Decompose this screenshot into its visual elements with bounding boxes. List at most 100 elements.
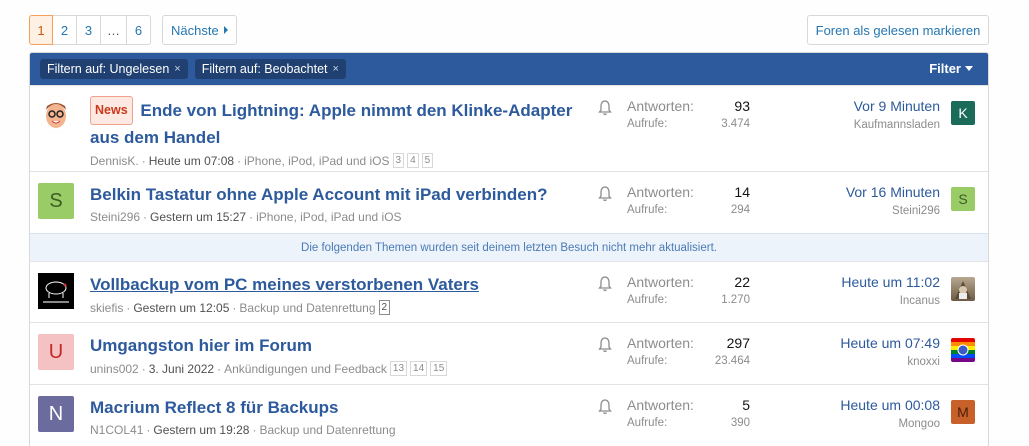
bell-icon[interactable]	[598, 399, 612, 415]
wizard-avatar-icon	[955, 281, 971, 299]
views-count: 23.464	[714, 355, 750, 367]
thread-forum[interactable]: iPhone, iPod, iPad und iOS	[256, 210, 401, 224]
thread-forum[interactable]: iPhone, iPod, iPad und iOS	[244, 154, 389, 168]
thread-title[interactable]: Belkin Tastatur ohne Apple Account mit i…	[90, 182, 580, 207]
replies-count: 14	[734, 184, 750, 200]
thread-title-area: Vollbackup vom PC meines verstorbenen Va…	[90, 272, 580, 315]
views-count: 390	[730, 417, 750, 429]
thread-forum[interactable]: Backup und Datenrettung	[239, 301, 375, 315]
last-post-time[interactable]: Vor 9 Minuten	[854, 98, 940, 114]
bell-icon[interactable]	[598, 337, 612, 353]
page-2-button[interactable]: 2	[53, 15, 77, 45]
page-1-button[interactable]: 1	[29, 15, 53, 45]
thread-row: S Belkin Tastatur ohne Apple Account mit…	[30, 171, 988, 233]
filter-chip-watched[interactable]: Filtern auf: Beobachtet ×	[194, 59, 346, 79]
news-prefix-label[interactable]: News	[90, 96, 133, 125]
caret-right-icon	[223, 26, 228, 34]
thread-stats: Antworten: 5 Aufrufe: 390	[627, 397, 750, 429]
thread-page-link[interactable]: 15	[430, 361, 448, 376]
replies-label: Antworten:	[627, 335, 694, 351]
thread-page-link[interactable]: 14	[410, 361, 428, 376]
thread-meta: N1COL41 · Gestern um 19:28 · Backup und Da…	[90, 423, 396, 437]
next-page-label: Nächste	[171, 22, 219, 38]
avatar[interactable]: S	[38, 183, 74, 219]
thread-row: Vollbackup vom PC meines verstorbenen Va…	[30, 261, 988, 322]
last-post-time[interactable]: Heute um 11:02	[841, 274, 940, 290]
replies-count: 5	[742, 397, 750, 413]
page-3-button[interactable]: 3	[77, 15, 101, 45]
views-count: 294	[730, 204, 750, 216]
thread-author[interactable]: Steini296	[90, 210, 140, 224]
filter-chip-unread[interactable]: Filtern auf: Ungelesen ×	[40, 59, 188, 79]
remove-filter-icon[interactable]: ×	[333, 63, 339, 75]
thread-forum[interactable]: Ankündigungen und Feedback	[224, 362, 387, 376]
last-post-info: Heute um 00:08 Mongoo	[840, 397, 940, 430]
thread-title-line: News Ende von Lightning: Apple nimmt den…	[90, 96, 580, 150]
thread-date[interactable]: Gestern um 19:28	[153, 423, 249, 437]
thread-title[interactable]: Macrium Reflect 8 für Backups	[90, 395, 580, 420]
last-poster-avatar[interactable]	[951, 277, 975, 301]
thread-page-link[interactable]: 2	[378, 300, 391, 315]
thread-date[interactable]: 3. Juni 2022	[149, 362, 214, 376]
last-post-time[interactable]: Vor 16 Minuten	[846, 184, 940, 200]
avatar[interactable]: U	[38, 334, 74, 370]
thread-stats: Antworten: 14 Aufrufe: 294	[627, 184, 750, 216]
last-post-info: Heute um 07:49 knoxxi	[840, 335, 940, 368]
next-page-button[interactable]: Nächste	[162, 15, 237, 45]
caret-down-icon	[965, 66, 973, 71]
last-poster-avatar[interactable]	[951, 338, 975, 362]
views-label: Aufrufe:	[627, 294, 668, 306]
thread-date[interactable]: Gestern um 15:27	[150, 210, 246, 224]
avatar[interactable]	[38, 273, 74, 309]
thread-title[interactable]: Ende von Lightning: Apple nimmt den Klin…	[90, 101, 572, 147]
thread-title[interactable]: Umgangston hier im Forum	[90, 333, 580, 358]
filter-menu-button[interactable]: Filter	[929, 61, 973, 76]
page-6-button[interactable]: 6	[127, 15, 151, 45]
last-post-user[interactable]: Incanus	[841, 295, 940, 307]
bell-icon[interactable]	[598, 186, 612, 202]
thread-meta: skiefis · Gestern um 12:05 · Backup und Da…	[90, 300, 580, 315]
thread-date[interactable]: Heute um 07:08	[149, 154, 234, 168]
views-label: Aufrufe:	[627, 417, 668, 429]
thread-page-link[interactable]: 13	[389, 361, 408, 376]
last-poster-avatar[interactable]: K	[951, 101, 975, 125]
replies-label: Antworten:	[627, 98, 694, 114]
thread-page-link[interactable]: 5	[421, 153, 434, 168]
thread-author[interactable]: unins002	[90, 362, 139, 376]
views-count: 1.270	[721, 294, 750, 306]
last-post-user[interactable]: Kaufmannsladen	[854, 119, 940, 131]
views-count: 3.474	[721, 118, 750, 130]
last-poster-avatar[interactable]: M	[951, 400, 975, 424]
thread-author[interactable]: skiefis	[90, 301, 123, 315]
mark-forums-read-button[interactable]: Foren als gelesen markieren	[807, 15, 989, 45]
thread-forum[interactable]: Backup und Datenrettung	[259, 423, 395, 437]
last-post-user[interactable]: Steini296	[846, 205, 940, 217]
page-jump-button[interactable]: …	[101, 15, 127, 45]
bell-icon[interactable]	[598, 100, 612, 116]
last-post-time[interactable]: Heute um 07:49	[840, 335, 940, 351]
thread-date[interactable]: Gestern um 12:05	[133, 301, 229, 315]
thread-page-link[interactable]: 4	[407, 153, 419, 168]
last-post-user[interactable]: Mongoo	[840, 418, 940, 430]
last-post-user[interactable]: knoxxi	[840, 356, 940, 368]
avatar[interactable]	[38, 96, 74, 132]
thread-title[interactable]: Vollbackup vom PC meines verstorbenen Va…	[90, 272, 580, 297]
avatar[interactable]: N	[38, 396, 74, 432]
last-post-info: Vor 9 Minuten Kaufmannsladen	[854, 98, 940, 131]
thread-author[interactable]: DennisK.	[90, 154, 139, 168]
remove-filter-icon[interactable]: ×	[174, 63, 180, 75]
memoji-avatar-icon	[38, 96, 74, 132]
last-poster-avatar[interactable]: S	[951, 187, 975, 211]
bell-icon[interactable]	[598, 276, 612, 292]
thread-title-area: News Ende von Lightning: Apple nimmt den…	[90, 96, 580, 168]
thread-page-link[interactable]: 3	[392, 153, 405, 168]
thread-author[interactable]: N1COL41	[90, 423, 143, 437]
last-post-time[interactable]: Heute um 00:08	[840, 397, 940, 413]
thread-stats: Antworten: 93 Aufrufe: 3.474	[627, 98, 750, 130]
thread-meta: Steini296 · Gestern um 15:27 · iPhone, iPo…	[90, 210, 402, 224]
filter-menu-label: Filter	[929, 61, 961, 76]
pagination: 1 2 3 … 6	[29, 15, 151, 45]
views-label: Aufrufe:	[627, 118, 668, 130]
thread-title-area: Belkin Tastatur ohne Apple Account mit i…	[90, 182, 580, 224]
replies-label: Antworten:	[627, 397, 694, 413]
